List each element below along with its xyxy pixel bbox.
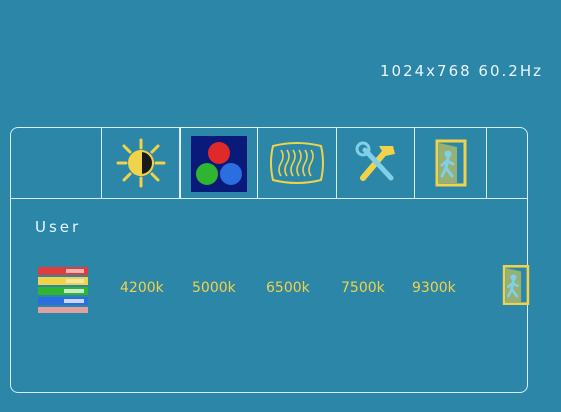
tab-brightness[interactable] xyxy=(102,127,180,199)
wave-image-icon xyxy=(270,142,324,184)
tab-tools[interactable] xyxy=(337,127,415,199)
tab-bar xyxy=(23,127,528,199)
resolution-display: 1024x768 60.2Hz xyxy=(379,62,543,80)
tab-color[interactable] xyxy=(180,127,258,199)
color-temperature-row: 4200k 5000k 6500k 7500k 9300k xyxy=(36,258,546,318)
temp-option-7500k[interactable]: 7500k xyxy=(341,280,385,296)
temp-option-9300k[interactable]: 9300k xyxy=(412,280,456,296)
exit-door-icon[interactable] xyxy=(499,260,533,310)
tab-blank-left xyxy=(23,127,102,199)
exit-door-icon xyxy=(435,139,466,187)
tab-blank-right xyxy=(487,127,528,199)
color-rgb-icon xyxy=(191,135,247,192)
temp-option-4200k[interactable]: 4200k xyxy=(120,280,164,296)
tab-divider xyxy=(10,198,528,199)
brightness-sun-icon xyxy=(116,138,165,188)
temp-option-5000k[interactable]: 5000k xyxy=(192,280,236,296)
tab-image[interactable] xyxy=(258,127,337,199)
user-color-icon[interactable] xyxy=(36,263,90,315)
color-mode-title: User xyxy=(35,218,82,236)
tab-exit[interactable] xyxy=(415,127,487,199)
temp-option-6500k[interactable]: 6500k xyxy=(266,280,310,296)
tools-icon xyxy=(355,141,395,181)
